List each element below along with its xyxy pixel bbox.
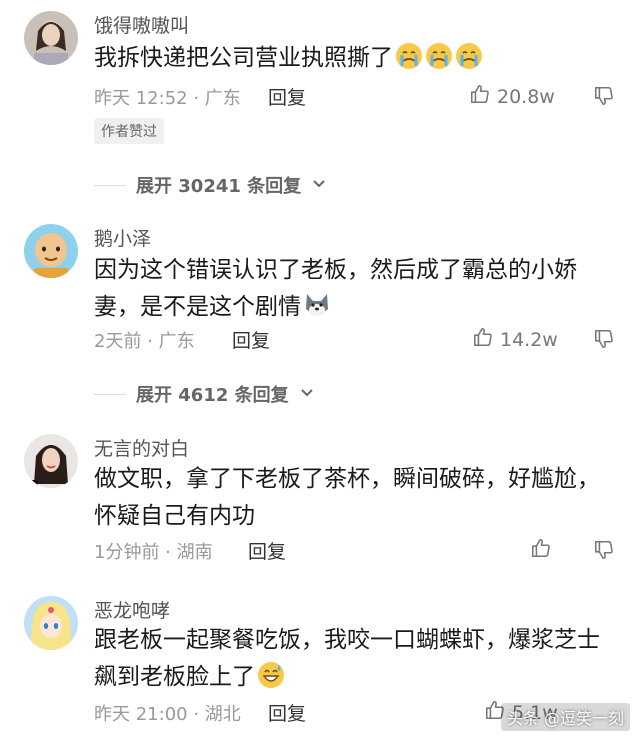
thumbs-down-icon[interactable] [593, 85, 615, 111]
reply-button[interactable]: 回复 [268, 83, 306, 110]
comment-text-line: 飙到老板脸上了 [94, 664, 255, 690]
avatar[interactable] [24, 434, 78, 488]
like-count: 20.8w [497, 85, 555, 108]
comment-text-line: 妻，是不是这个剧情 [94, 294, 301, 320]
avatar[interactable] [24, 596, 78, 650]
chevron-down-icon [311, 175, 327, 196]
like-button[interactable] [530, 537, 552, 564]
comment-text-line: 我拆快递把公司营业执照撕了 [94, 45, 393, 71]
thumbs-down-icon[interactable] [593, 539, 615, 565]
expand-replies-label: 展开 30241 条回复 [136, 176, 302, 197]
comment-text-line: 跟老板一起聚餐吃饭，我咬一口蝴蝶虾，爆浆芝士 [94, 627, 600, 653]
thumbs-down-icon[interactable] [593, 328, 615, 354]
comment-author-name[interactable]: 无言的对白 [94, 434, 189, 461]
crying-face-icon [453, 43, 483, 71]
expand-replies-button[interactable]: 展开 30241 条回复 [94, 172, 327, 198]
comment-text-line: 怀疑自己有内功 [94, 503, 255, 529]
comment-author-name[interactable]: 鹅小泽 [94, 224, 151, 251]
comment-text: 跟老板一起聚餐吃饭，我咬一口蝴蝶虾，爆浆芝士 飙到老板脸上了 [94, 622, 624, 696]
comment-text-line: 因为这个错误认识了老板，然后成了霸总的小娇 [94, 257, 577, 283]
comment-text: 做文职，拿了下老板了茶杯，瞬间破碎，好尴尬， 怀疑自己有内功 [94, 461, 624, 535]
like-button[interactable]: 20.8w [469, 83, 555, 110]
expand-replies-label: 展开 4612 条回复 [136, 385, 289, 406]
author-liked-badge: 作者赞过 [94, 118, 164, 144]
crying-face-icon [393, 43, 423, 71]
reply-button[interactable]: 回复 [232, 326, 270, 353]
comment-time-location: 2天前 · 广东 [94, 331, 195, 352]
comment-text: 因为这个错误认识了老板，然后成了霸总的小娇 妻，是不是这个剧情 [94, 252, 624, 326]
comment-time-location: 1分钟前 · 湖南 [94, 542, 213, 563]
husky-face-icon [301, 294, 331, 320]
thumbs-up-icon [472, 326, 494, 353]
reply-button[interactable]: 回复 [248, 537, 286, 564]
avatar[interactable] [24, 224, 78, 278]
like-button[interactable]: 14.2w [472, 326, 558, 353]
avatar[interactable] [24, 11, 78, 65]
divider-line [94, 393, 126, 395]
comment-time-location: 昨天 21:00 · 湖北 [94, 704, 241, 725]
like-count: 14.2w [500, 328, 558, 351]
watermark: 头条 @逗笑一刻 [500, 703, 630, 731]
chevron-down-icon [299, 384, 315, 405]
comment-author-name[interactable]: 恶龙咆哮 [94, 596, 170, 623]
thumbs-up-icon [469, 83, 491, 110]
expand-replies-button[interactable]: 展开 4612 条回复 [94, 381, 315, 407]
thumbs-up-icon [530, 537, 552, 564]
comment-author-name[interactable]: 饿得嗷嗷叫 [94, 11, 189, 38]
crying-face-icon [423, 43, 453, 71]
comment-text-line: 做文职，拿了下老板了茶杯，瞬间破碎，好尴尬， [94, 466, 600, 492]
reply-button[interactable]: 回复 [268, 699, 306, 726]
comment-time-location: 昨天 12:52 · 广东 [94, 88, 241, 109]
comment-text: 我拆快递把公司营业执照撕了 [94, 40, 624, 77]
sweat-grin-icon [255, 662, 285, 690]
divider-line [94, 184, 126, 186]
